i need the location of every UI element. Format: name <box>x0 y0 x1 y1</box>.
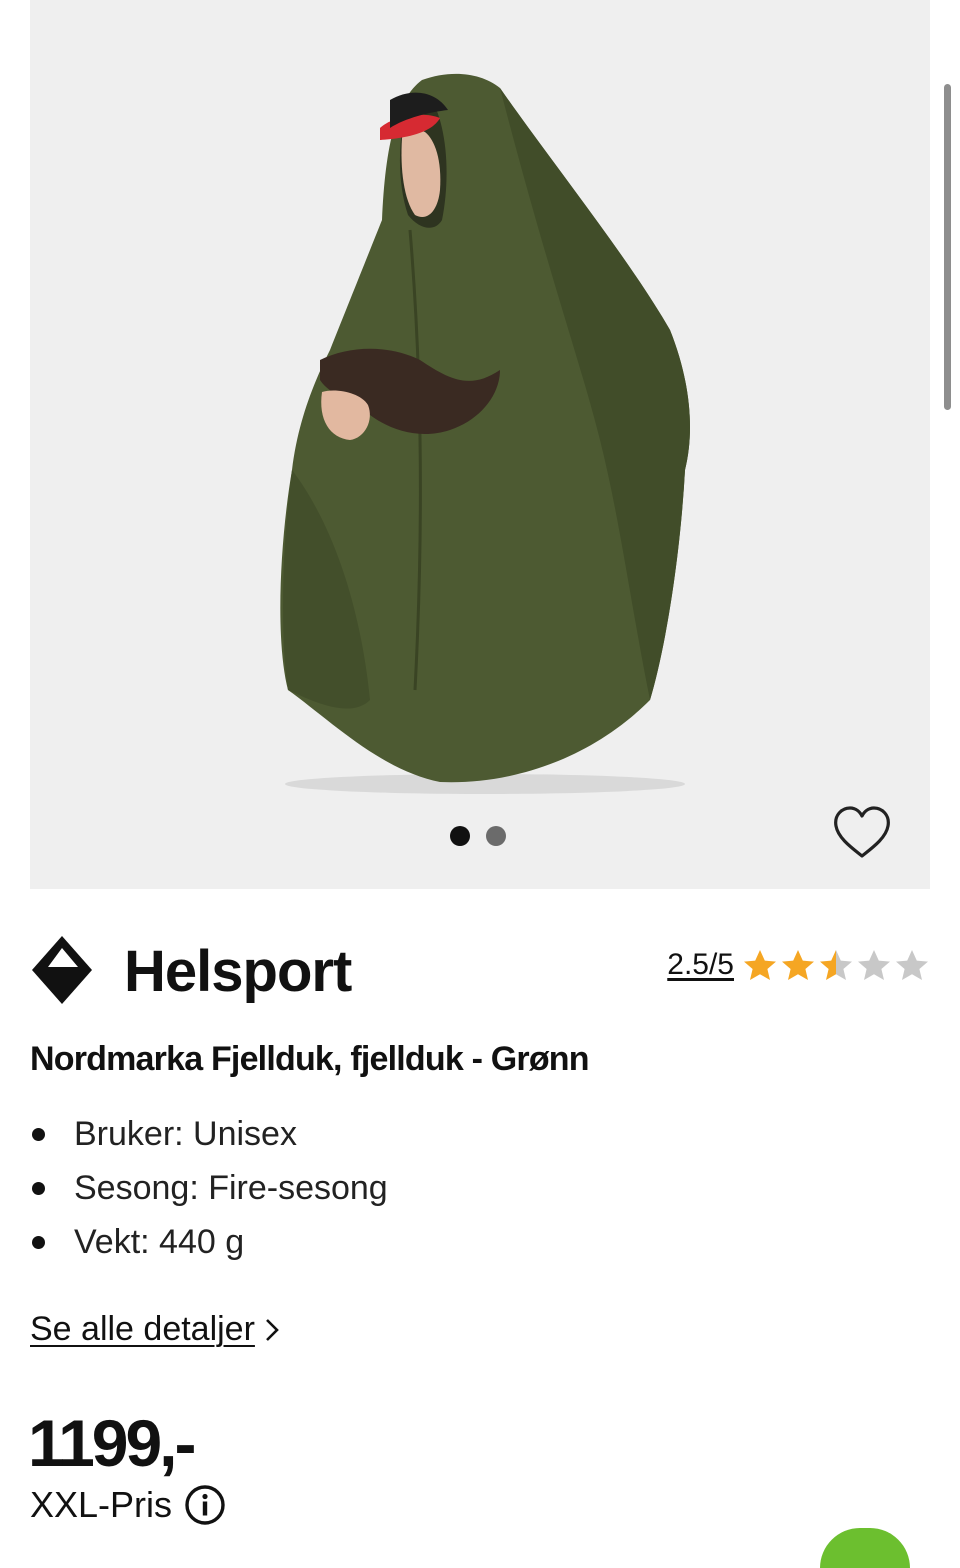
product-image <box>280 73 690 794</box>
spec-item: Bruker: Unisex <box>30 1112 388 1166</box>
carousel-dots <box>450 826 506 846</box>
product-specs-list: Bruker: Unisex Sesong: Fire-sesong Vekt:… <box>30 1112 388 1274</box>
spec-item: Vekt: 440 g <box>30 1220 388 1274</box>
rating-stars <box>742 948 930 982</box>
spec-text: Vekt: 440 g <box>74 1223 245 1261</box>
spec-text: Sesong: Fire-sesong <box>74 1169 388 1207</box>
product-title: Nordmarka Fjellduk, fjellduk - Grønn <box>30 1040 590 1078</box>
info-circle-icon[interactable] <box>184 1484 226 1526</box>
carousel-dot-1[interactable] <box>450 826 470 846</box>
page-scrollbar[interactable] <box>944 84 951 410</box>
brand-name[interactable]: Helsport <box>124 938 352 1005</box>
bullet-icon <box>32 1182 45 1195</box>
bullet-icon <box>32 1128 45 1141</box>
star-icon <box>744 950 776 980</box>
star-icon <box>782 950 814 980</box>
brand-row: Helsport 2.5/5 <box>30 934 930 1006</box>
star-icon <box>896 950 928 980</box>
spec-item: Sesong: Fire-sesong <box>30 1166 388 1220</box>
helsport-diamond-logo[interactable] <box>30 934 94 1006</box>
see-all-details-label: Se alle detaljer <box>30 1310 255 1348</box>
chevron-right-icon <box>266 1318 279 1341</box>
add-to-cart-button-peek[interactable] <box>820 1528 910 1568</box>
rating-score[interactable]: 2.5/5 <box>667 948 734 982</box>
product-image-gallery[interactable] <box>30 0 930 889</box>
star-icon <box>820 950 852 980</box>
bullet-icon <box>32 1236 45 1249</box>
product-rating[interactable]: 2.5/5 <box>667 948 930 982</box>
product-price: 1199,- <box>28 1406 196 1480</box>
see-all-details-link[interactable]: Se alle detaljer <box>30 1310 281 1349</box>
spec-text: Bruker: Unisex <box>74 1115 297 1153</box>
price-label: XXL-Pris <box>30 1484 173 1525</box>
heart-outline-icon[interactable] <box>832 804 892 862</box>
star-icon <box>858 950 890 980</box>
price-label-row: XXL-Pris <box>30 1484 226 1526</box>
carousel-dot-2[interactable] <box>486 826 506 846</box>
